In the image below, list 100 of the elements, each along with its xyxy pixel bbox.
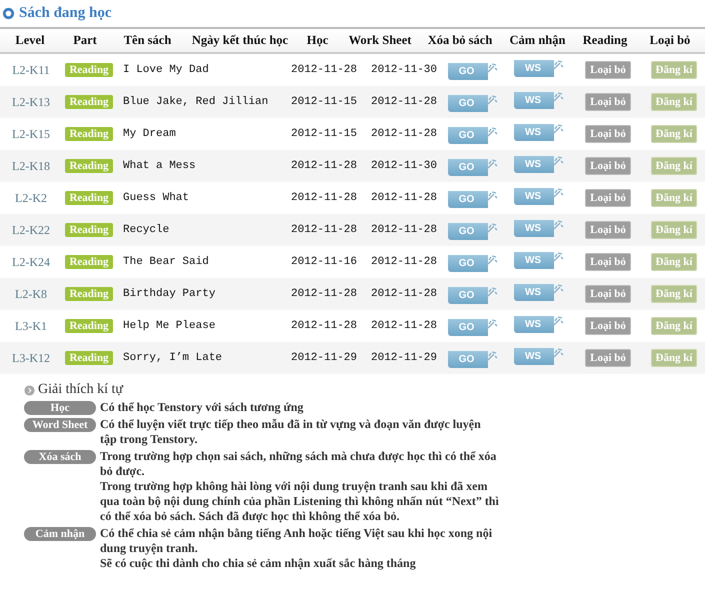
- worksheet-button[interactable]: WS: [514, 121, 564, 141]
- column-header: Ngày kết thúc học: [192, 33, 288, 48]
- level-code: L2-K11: [12, 62, 50, 78]
- part-tag: Reading: [65, 223, 113, 237]
- level-code: L2-K24: [12, 254, 50, 270]
- legend-badge: Word Sheet: [24, 418, 96, 432]
- legend-badge: Học: [24, 401, 96, 415]
- date-cell-text: 2012-11-28: [290, 320, 358, 332]
- remove-button[interactable]: Loại bỏ: [585, 221, 631, 239]
- column-header: Level: [15, 33, 45, 48]
- go-button[interactable]: GO: [448, 348, 498, 368]
- book-title: Blue Jake, Red Jillian: [122, 96, 270, 108]
- worksheet-button[interactable]: WS: [514, 57, 564, 77]
- part-tag: Reading: [65, 159, 113, 173]
- legend-text: Có thể học Tenstory với sách tương ứng: [100, 400, 304, 415]
- column-header: Reading: [582, 33, 628, 48]
- register-button[interactable]: Đăng kí: [651, 285, 697, 303]
- date-cell-text: 2012-11-30: [370, 64, 438, 76]
- column-header: Tên sách: [124, 33, 172, 48]
- legend-text: Trong trường hợp không hài lòng với nội dung truyện tranh sau khi đã xem qua toàn bộ nội dung chính của phần Listening thì không nhấn nút “Next” thì có thể xóa bỏ sách. Sách đã được học thì không thể xóa bỏ.: [100, 479, 500, 524]
- part-tag: Reading: [65, 351, 113, 365]
- go-button[interactable]: GO: [448, 156, 498, 176]
- book-title: Guess What: [122, 192, 190, 204]
- date-cell-text: 2012-11-29: [370, 352, 438, 364]
- date-cell-text: 2012-11-28: [370, 288, 438, 300]
- part-tag: Reading: [65, 127, 113, 141]
- part-tag: Reading: [65, 63, 113, 77]
- go-button[interactable]: GO: [448, 92, 498, 112]
- part-tag: Reading: [65, 95, 113, 109]
- worksheet-button[interactable]: WS: [514, 249, 564, 269]
- part-tag: Reading: [65, 255, 113, 269]
- go-button[interactable]: GO: [448, 252, 498, 272]
- register-button[interactable]: Đăng kí: [651, 157, 697, 175]
- book-title: My Dream: [122, 128, 177, 140]
- book-title: Sorry, I’m Late: [122, 352, 224, 364]
- date-cell-text: 2012-11-28: [290, 64, 358, 76]
- register-button[interactable]: Đăng kí: [651, 253, 697, 271]
- go-button[interactable]: GO: [448, 316, 498, 336]
- level-code: L2-K13: [12, 94, 50, 110]
- date-cell-text: 2012-11-15: [290, 96, 358, 108]
- legend-badge: Cảm nhận: [24, 527, 96, 541]
- go-button[interactable]: GO: [448, 188, 498, 208]
- register-button[interactable]: Đăng kí: [651, 189, 697, 207]
- book-title: Recycle: [122, 224, 170, 236]
- worksheet-button[interactable]: WS: [514, 153, 564, 173]
- remove-button[interactable]: Loại bỏ: [585, 285, 631, 303]
- legend-title: Giải thích kí tự: [38, 382, 123, 398]
- register-button[interactable]: Đăng kí: [651, 125, 697, 143]
- bullet-icon: [2, 6, 15, 20]
- remove-button[interactable]: Loại bỏ: [585, 93, 631, 111]
- part-tag: Reading: [65, 319, 113, 333]
- remove-button[interactable]: Loại bỏ: [585, 189, 631, 207]
- worksheet-button[interactable]: WS: [514, 345, 564, 365]
- go-button[interactable]: GO: [448, 124, 498, 144]
- worksheet-button[interactable]: WS: [514, 185, 564, 205]
- remove-button[interactable]: Loại bỏ: [585, 253, 631, 271]
- book-title: What a Mess: [122, 160, 197, 172]
- date-cell-text: 2012-11-28: [370, 192, 438, 204]
- worksheet-button[interactable]: WS: [514, 313, 564, 333]
- level-code: L2-K15: [12, 126, 50, 142]
- date-cell-text: 2012-11-28: [290, 160, 358, 172]
- remove-button[interactable]: Loại bỏ: [585, 157, 631, 175]
- worksheet-button[interactable]: WS: [514, 217, 564, 237]
- level-code: L2-K22: [12, 222, 50, 238]
- column-header: Cảm nhận: [510, 33, 566, 48]
- date-cell-text: 2012-11-28: [370, 96, 438, 108]
- register-button[interactable]: Đăng kí: [651, 349, 697, 367]
- remove-button[interactable]: Loại bỏ: [585, 349, 631, 367]
- register-button[interactable]: Đăng kí: [651, 221, 697, 239]
- date-cell-text: 2012-11-28: [290, 192, 358, 204]
- legend-text: Có thể chia sẻ cảm nhận bằng tiếng Anh hoặc tiếng Việt sau khi học xong nội dung truyện tranh.: [100, 526, 494, 556]
- go-button[interactable]: GO: [448, 284, 498, 304]
- book-title: Help Me Please: [122, 320, 216, 332]
- remove-button[interactable]: Loại bỏ: [585, 61, 631, 79]
- remove-button[interactable]: Loại bỏ: [585, 317, 631, 335]
- level-code: L2-K18: [12, 158, 50, 174]
- register-button[interactable]: Đăng kí: [651, 93, 697, 111]
- go-button[interactable]: GO: [448, 220, 498, 240]
- register-button[interactable]: Đăng kí: [651, 317, 697, 335]
- part-tag: Reading: [65, 191, 113, 205]
- date-cell-text: 2012-11-16: [290, 256, 358, 268]
- column-header: Loại bỏ: [650, 33, 690, 48]
- column-header: Xóa bỏ sách: [428, 33, 492, 48]
- legend-text: Sẽ có cuộc thi dành cho chia sẻ cảm nhận xuất sắc hàng tháng: [100, 556, 417, 571]
- date-cell-text: 2012-11-30: [370, 160, 438, 172]
- legend-text: Trong trường hợp chọn sai sách, những sách mà chưa được học thì có thể xóa bỏ được.: [100, 449, 498, 479]
- date-cell-text: 2012-11-28: [370, 320, 438, 332]
- go-button[interactable]: GO: [448, 60, 498, 80]
- date-cell-text: 2012-11-28: [290, 288, 358, 300]
- date-cell-text: 2012-11-28: [290, 224, 358, 236]
- legend-badge: Xóa sách: [24, 450, 96, 464]
- level-code: L2-K2: [15, 190, 47, 206]
- column-header: Học: [306, 33, 328, 48]
- legend-text: Có thể luyện viết trực tiếp theo mẫu đã in từ vựng và đoạn văn được luyện tập trong Tenstory.: [100, 417, 482, 447]
- level-code: L3-K12: [12, 350, 50, 366]
- remove-button[interactable]: Loại bỏ: [585, 125, 631, 143]
- date-cell-text: 2012-11-28: [370, 128, 438, 140]
- worksheet-button[interactable]: WS: [514, 89, 564, 109]
- worksheet-button[interactable]: WS: [514, 281, 564, 301]
- register-button[interactable]: Đăng kí: [651, 61, 697, 79]
